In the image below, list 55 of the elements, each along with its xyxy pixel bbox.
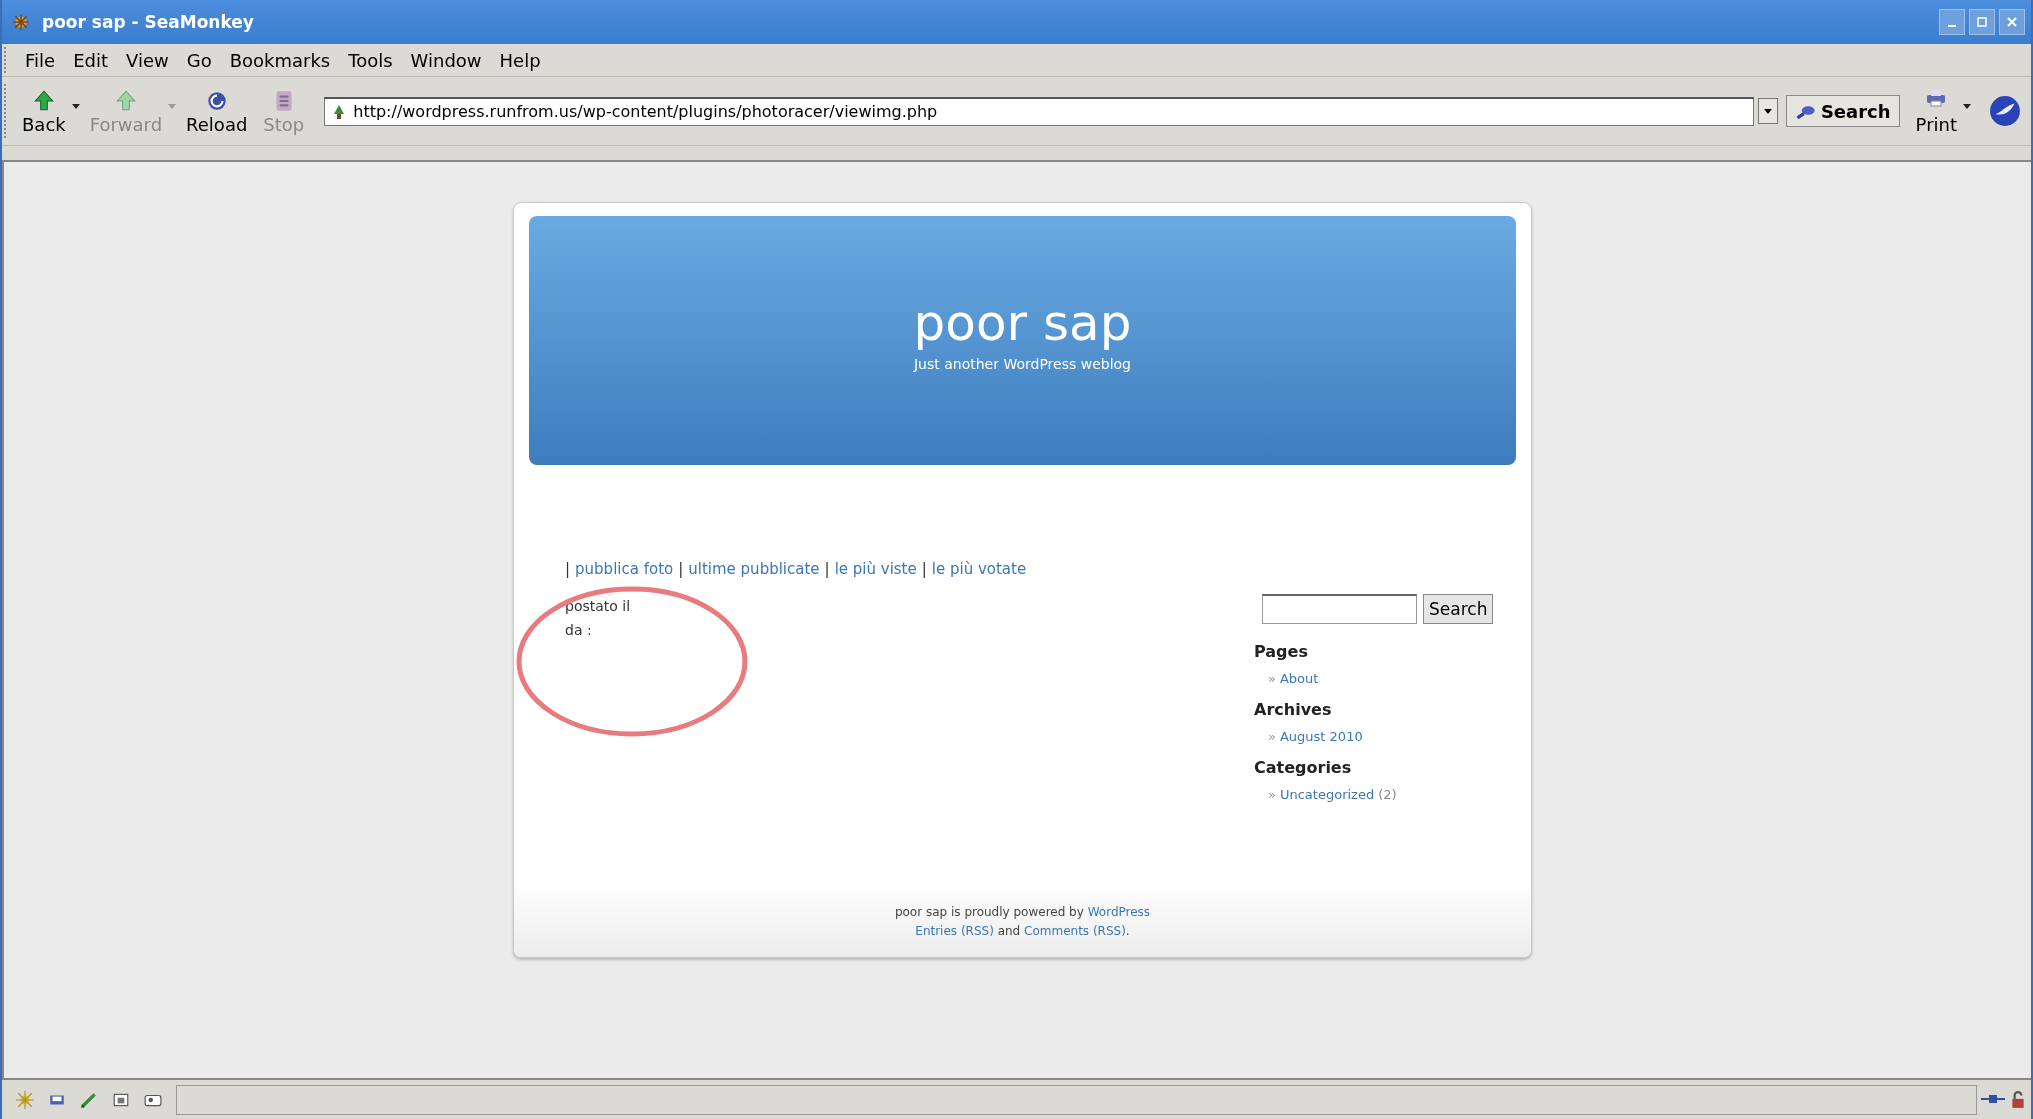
menu-item[interactable]: Edit xyxy=(64,49,117,71)
menu-item[interactable]: View xyxy=(117,49,178,71)
magnifier-icon xyxy=(1794,103,1817,119)
caret-icon xyxy=(1763,108,1772,114)
post-count: (2) xyxy=(1378,787,1397,802)
footer-link[interactable]: Entries (RSS) xyxy=(915,924,994,938)
footer-text: poor sap is proudly powered by WordPress xyxy=(894,904,1151,921)
minimize-icon xyxy=(1948,25,1956,27)
pen-icon[interactable] xyxy=(80,1090,98,1109)
bullet: » xyxy=(1268,787,1276,802)
blog-tagline: Just another WordPress weblog xyxy=(914,356,1131,372)
print-button[interactable]: Print xyxy=(1909,87,1963,135)
nav-link[interactable]: pubblica foto xyxy=(575,560,674,578)
separator: | xyxy=(678,560,684,578)
post-meta-text: postato il xyxy=(565,597,632,616)
menu-item[interactable]: Help xyxy=(490,49,550,71)
bullet: » xyxy=(1268,729,1276,744)
menu-item[interactable]: Go xyxy=(177,49,221,71)
post-meta-text: da : xyxy=(565,621,593,640)
minimize-button[interactable] xyxy=(1939,9,1965,35)
nav-link[interactable]: ultime pubblicate xyxy=(688,560,820,578)
footer-link[interactable]: WordPress xyxy=(1087,905,1151,919)
lock-icon[interactable] xyxy=(2009,1090,2027,1109)
widget-heading: Categories xyxy=(1254,758,1353,777)
separator: | xyxy=(565,560,571,578)
close-button[interactable] xyxy=(1999,9,2025,35)
back-button[interactable]: Back xyxy=(16,87,72,135)
footer-text: Entries (RSS) and Comments (RSS). xyxy=(915,923,1130,940)
reload-button[interactable]: Reload xyxy=(180,87,254,135)
menu-item[interactable]: Tools xyxy=(339,49,402,71)
separator: | xyxy=(824,560,830,578)
app-icon xyxy=(12,13,30,31)
search-field[interactable] xyxy=(1262,594,1417,624)
sidebar-link[interactable]: Uncategorized xyxy=(1279,787,1375,802)
globe-logo-icon[interactable] xyxy=(1989,95,2021,127)
close-icon xyxy=(2007,17,2017,27)
separator: | xyxy=(921,560,927,578)
search-button[interactable]: Search xyxy=(1423,594,1494,624)
footer-link[interactable]: Comments (RSS) xyxy=(1024,924,1126,938)
window-title: poor sap - SeaMonkey xyxy=(42,12,255,32)
menu-item[interactable]: Bookmarks xyxy=(220,49,340,71)
bullet: » xyxy=(1268,671,1276,686)
address-bar[interactable]: http://wordpress.runfrom.us/wp-content/plugins/photoracer/viewimg.php xyxy=(324,96,1754,126)
search-button[interactable]: Search xyxy=(1785,95,1900,127)
dropdown-button[interactable] xyxy=(1757,98,1778,124)
menu-item[interactable]: Window xyxy=(401,49,491,71)
nav-link[interactable]: le più votate xyxy=(931,560,1027,578)
menu-item[interactable]: File xyxy=(16,49,65,71)
sidebar-link[interactable]: August 2010 xyxy=(1279,729,1363,744)
maximize-icon xyxy=(1977,17,1987,27)
nav-link[interactable]: le più viste xyxy=(834,560,917,578)
widget-heading: Pages xyxy=(1254,642,1309,661)
address-field[interactable]: http://wordpress.runfrom.us/wp-content/plugins/photoracer/viewimg.php xyxy=(353,102,1753,121)
sidebar-link[interactable]: About xyxy=(1279,671,1319,686)
widget-heading: Archives xyxy=(1254,700,1333,719)
